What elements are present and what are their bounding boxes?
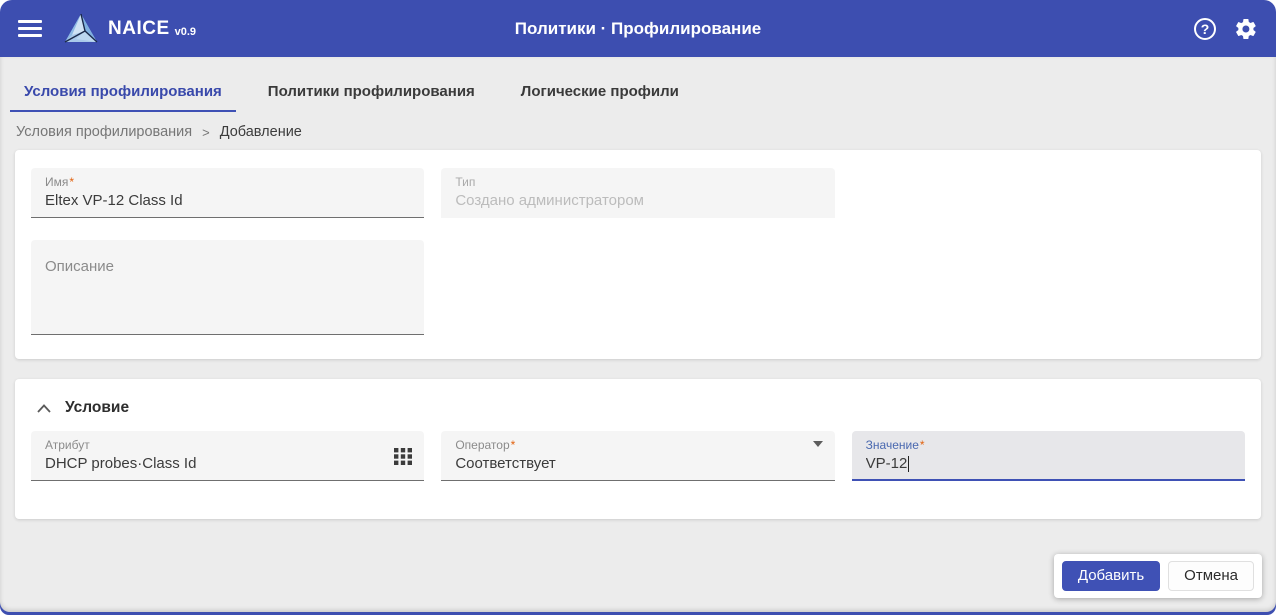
type-field-label: Тип [455, 175, 822, 189]
app-version: v0.9 [175, 26, 196, 38]
chevron-up-icon[interactable] [37, 404, 51, 413]
value-field[interactable]: Значение* VP-12 [852, 431, 1245, 481]
grid-picker-icon[interactable] [394, 447, 412, 465]
tab-bar: Условия профилирования Политики профилир… [0, 57, 1276, 112]
attribute-field-label: Атрибут [45, 438, 412, 452]
add-button[interactable]: Добавить [1062, 561, 1160, 591]
type-field: Тип Создано администратором [441, 168, 834, 218]
app-name: NAICE [108, 18, 170, 40]
name-field-value: Eltex VP-12 Class Id [45, 192, 412, 209]
operator-field-label: Оператор* [455, 438, 822, 452]
breadcrumb-separator: > [202, 125, 210, 140]
attribute-field[interactable]: Атрибут DHCP probes·Class Id [31, 431, 424, 481]
condition-card: Условие Атрибут DHCP probes·Class Id [15, 379, 1261, 519]
dropdown-arrow-icon[interactable] [813, 441, 823, 464]
breadcrumb-parent[interactable]: Условия профилирования [16, 124, 192, 140]
breadcrumb: Условия профилирования > Добавление [0, 112, 1276, 150]
value-field-label: Значение* [866, 438, 1233, 452]
app-window: NAICE v0.9 Политики · Профилирование ? У… [0, 0, 1276, 615]
attribute-field-value: DHCP probes·Class Id [45, 455, 412, 472]
value-field-value: VP-12 [866, 455, 1233, 472]
type-field-value: Создано администратором [455, 192, 822, 209]
description-field[interactable]: Описание [31, 240, 424, 335]
operator-field[interactable]: Оператор* Соответствует [441, 431, 834, 481]
required-asterisk: * [920, 438, 925, 452]
text-caret [908, 456, 909, 472]
description-placeholder: Описание [45, 258, 412, 275]
tab-profiling-conditions[interactable]: Условия профилирования [10, 77, 236, 112]
operator-field-value: Соответствует [455, 455, 822, 472]
settings-gear-icon[interactable] [1234, 17, 1258, 41]
required-asterisk: * [69, 175, 74, 189]
condition-section-header: Условие [31, 393, 1245, 431]
action-panel: Добавить Отмена [1054, 554, 1262, 598]
breadcrumb-current: Добавление [220, 124, 302, 140]
menu-hamburger-icon[interactable] [18, 20, 42, 37]
condition-section-title: Условие [65, 399, 129, 417]
name-field-label: Имя* [45, 175, 412, 189]
naice-logo-icon [64, 13, 98, 45]
cancel-button[interactable]: Отмена [1168, 561, 1254, 591]
name-field[interactable]: Имя* Eltex VP-12 Class Id [31, 168, 424, 218]
tab-profiling-policies[interactable]: Политики профилирования [254, 77, 489, 112]
app-header: NAICE v0.9 Политики · Профилирование ? [0, 0, 1276, 57]
page-body: Условия профилирования Политики профилир… [0, 57, 1276, 612]
required-asterisk: * [511, 438, 516, 452]
help-icon[interactable]: ? [1194, 18, 1216, 40]
tab-logical-profiles[interactable]: Логические профили [507, 77, 693, 112]
main-form-card: Имя* Eltex VP-12 Class Id Тип Создано ад… [15, 150, 1261, 359]
